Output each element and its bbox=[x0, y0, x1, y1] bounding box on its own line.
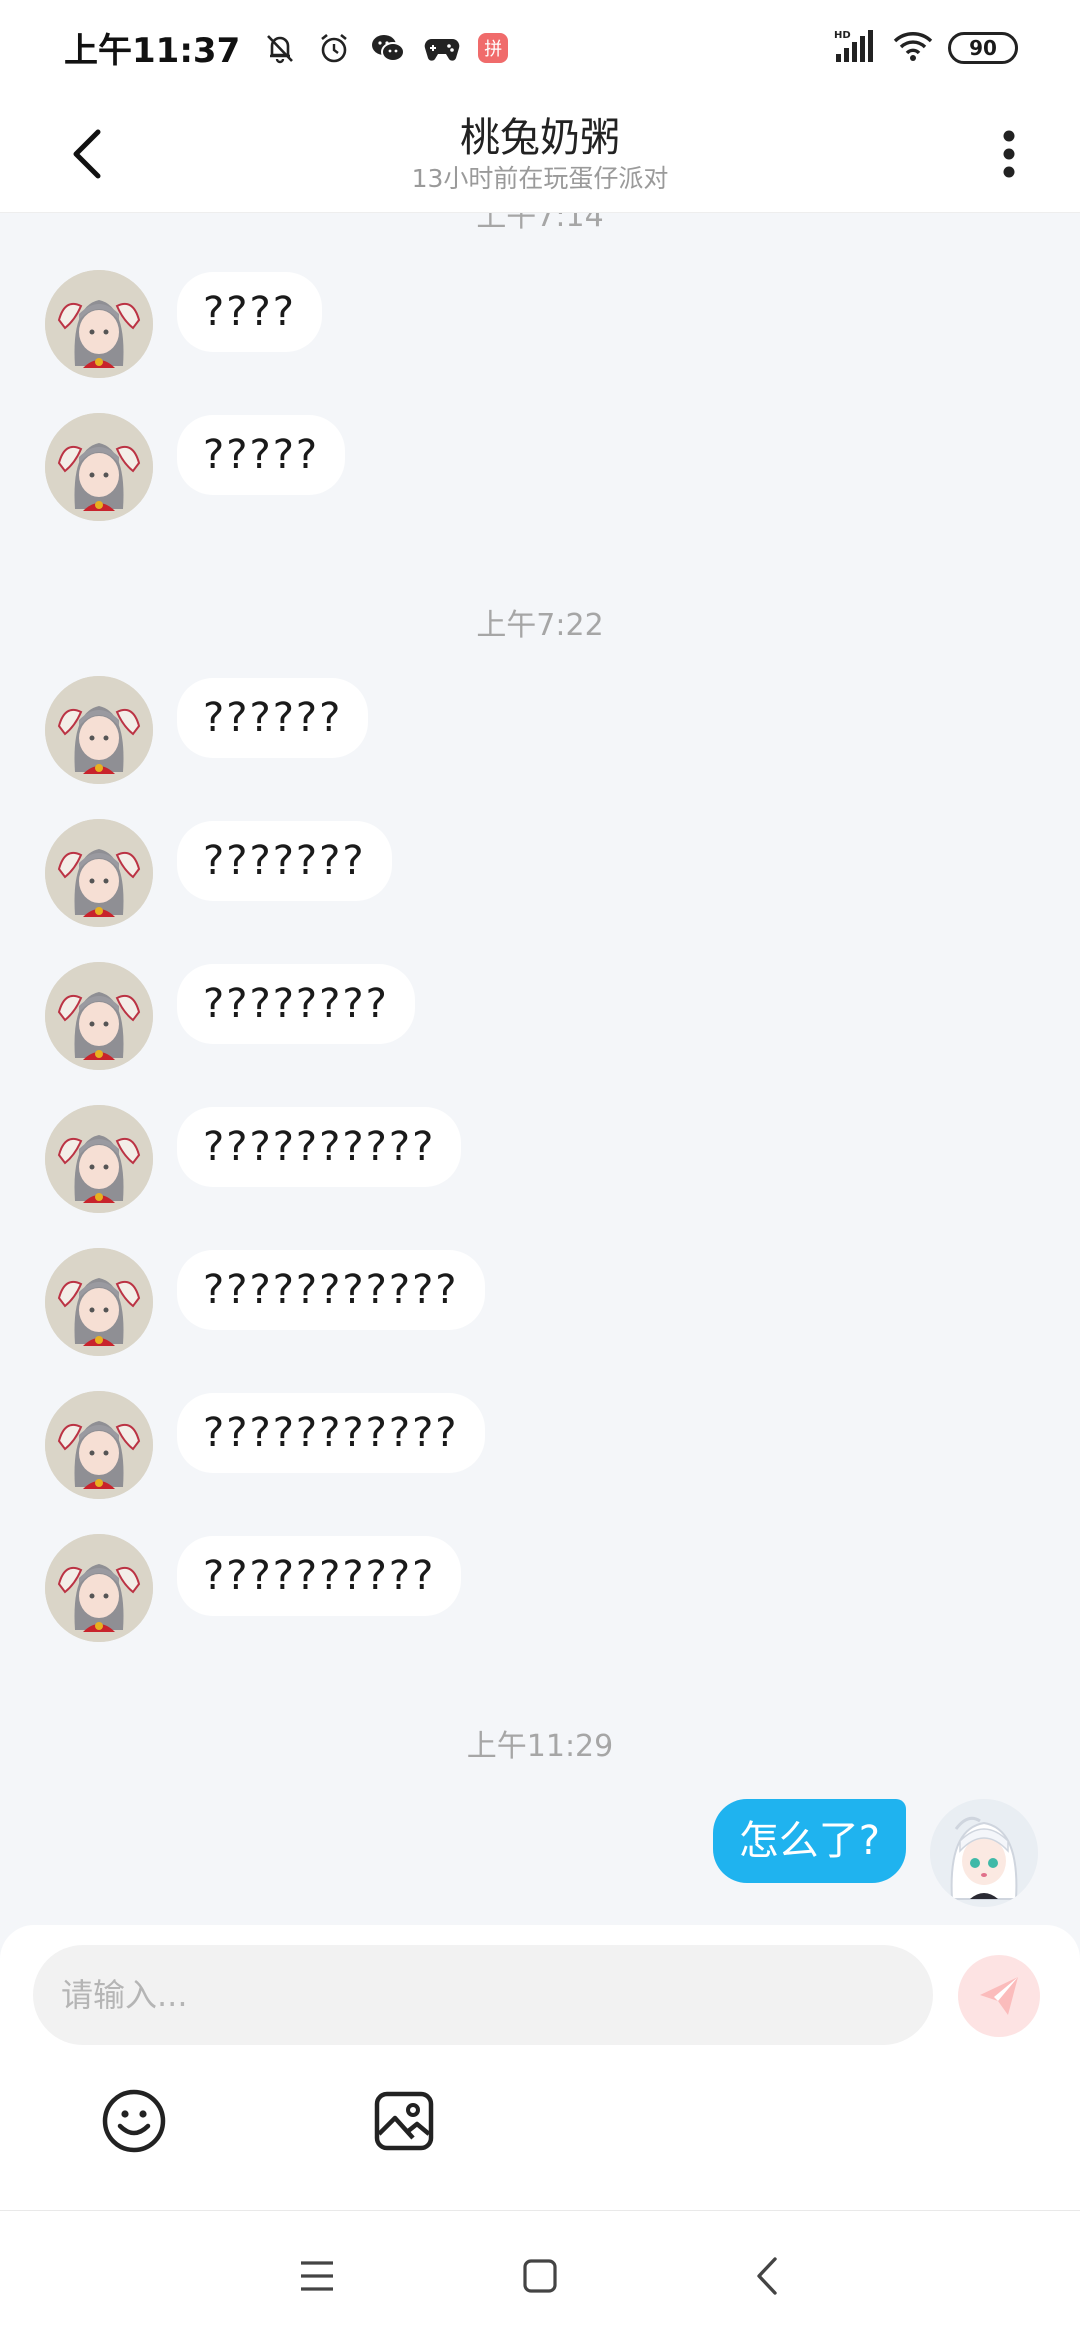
send-button[interactable] bbox=[958, 1955, 1040, 2037]
message-bubble[interactable]: ?????? bbox=[177, 678, 369, 758]
wifi-icon bbox=[892, 29, 934, 67]
contact-avatar[interactable] bbox=[45, 1105, 153, 1213]
system-back-button[interactable] bbox=[742, 2251, 792, 2301]
timestamp: 上午7:22 bbox=[476, 608, 604, 643]
pdd-app-badge: 拼 bbox=[478, 32, 509, 63]
battery-indicator: 90 bbox=[948, 32, 1018, 64]
incoming-message: ??????????? bbox=[45, 1391, 485, 1499]
user-avatar[interactable] bbox=[930, 1799, 1038, 1907]
image-icon bbox=[374, 2091, 434, 2151]
send-plane-icon bbox=[980, 1977, 1018, 2015]
contact-avatar[interactable] bbox=[45, 1534, 153, 1642]
timestamp: 上午11:29 bbox=[466, 1729, 614, 1764]
incoming-message: ???? bbox=[45, 270, 322, 378]
system-nav-bar bbox=[0, 2210, 1080, 2340]
contact-avatar[interactable] bbox=[45, 819, 153, 927]
incoming-message: ??????????? bbox=[45, 1248, 485, 1356]
gamepad-icon bbox=[424, 30, 460, 66]
incoming-message: ?????????? bbox=[45, 1534, 462, 1642]
contact-status: 13小时前在玩蛋仔派对 bbox=[411, 164, 669, 193]
menu-icon bbox=[301, 2261, 333, 2291]
status-right: HD 90 bbox=[834, 28, 1018, 68]
wechat-icon bbox=[370, 30, 406, 66]
timestamp-partial: 上午7:14 bbox=[476, 213, 604, 234]
recent-apps-button[interactable] bbox=[292, 2251, 342, 2301]
app-root: 上午11:37 拼 HD 90 桃兔奶粥 13小时前在玩蛋仔派对 上午7:14 … bbox=[0, 0, 1080, 2340]
incoming-message: ?????? bbox=[45, 676, 369, 784]
image-button[interactable] bbox=[368, 2085, 440, 2157]
contact-avatar[interactable] bbox=[45, 1391, 153, 1499]
contact-avatar[interactable] bbox=[45, 962, 153, 1070]
message-input[interactable] bbox=[33, 1945, 933, 2045]
message-bubble[interactable]: ??????????? bbox=[177, 1393, 485, 1473]
contact-avatar[interactable] bbox=[45, 413, 153, 521]
message-bubble[interactable]: ????? bbox=[177, 415, 346, 495]
message-bubble[interactable]: ??????? bbox=[177, 821, 392, 901]
status-time: 上午11:37 bbox=[64, 31, 241, 71]
back-triangle-icon bbox=[757, 2257, 777, 2295]
more-options-button[interactable] bbox=[994, 119, 1024, 189]
incoming-message: ???????? bbox=[45, 962, 415, 1070]
message-bubble[interactable]: ?????????? bbox=[177, 1536, 462, 1616]
more-vertical-icon bbox=[1003, 130, 1015, 178]
chat-message-list[interactable]: 上午7:14 ???? ????? 上午7:22 ?????? ??????? … bbox=[0, 213, 1080, 1925]
contact-name: 桃兔奶粥 bbox=[460, 115, 620, 161]
message-bubble[interactable]: ???????? bbox=[177, 964, 415, 1044]
message-bubble[interactable]: ??????????? bbox=[177, 1250, 485, 1330]
incoming-message: ????? bbox=[45, 413, 346, 521]
home-square-icon bbox=[523, 2259, 557, 2293]
input-panel bbox=[0, 1925, 1080, 2210]
home-button[interactable] bbox=[515, 2251, 565, 2301]
alarm-icon bbox=[316, 30, 352, 66]
status-bar: 上午11:37 拼 HD 90 bbox=[0, 0, 1080, 95]
signal-icon: HD bbox=[834, 28, 878, 68]
contact-avatar[interactable] bbox=[45, 676, 153, 784]
incoming-message: ??????? bbox=[45, 819, 392, 927]
contact-avatar[interactable] bbox=[45, 1248, 153, 1356]
contact-avatar[interactable] bbox=[45, 270, 153, 378]
incoming-message: ?????????? bbox=[45, 1105, 462, 1213]
message-bubble[interactable]: ?????????? bbox=[177, 1107, 462, 1187]
message-bubble-outgoing[interactable]: 怎么了? bbox=[712, 1799, 906, 1883]
smiley-icon bbox=[102, 2089, 166, 2153]
outgoing-message: 怎么了? bbox=[712, 1799, 1038, 1907]
emoji-button[interactable] bbox=[98, 2085, 170, 2157]
chat-header: 桃兔奶粥 13小时前在玩蛋仔派对 bbox=[0, 95, 1080, 213]
svg-text:HD: HD bbox=[834, 30, 851, 41]
bell-muted-icon bbox=[262, 30, 298, 66]
message-bubble[interactable]: ???? bbox=[177, 272, 322, 352]
status-icons: 拼 bbox=[262, 30, 509, 66]
